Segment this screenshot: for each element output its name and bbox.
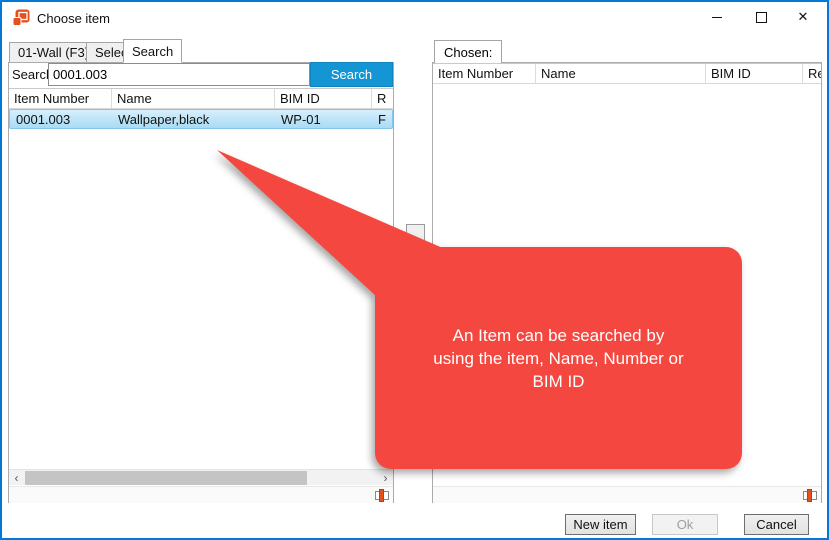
cell-r: F: [372, 110, 392, 128]
ok-button[interactable]: Ok: [652, 514, 718, 535]
right-panel-footer-strip: [433, 486, 821, 503]
column-header-res[interactable]: Res: [803, 64, 821, 83]
move-item-button[interactable]: [406, 224, 425, 243]
scrollbar-thumb[interactable]: [25, 471, 307, 485]
column-header-name[interactable]: Name: [112, 89, 275, 108]
minimize-icon: [712, 17, 722, 18]
results-table-header: Item Number Name BIM ID R: [9, 88, 393, 109]
column-header-r[interactable]: R: [372, 89, 393, 108]
window-title: Choose item: [37, 11, 110, 26]
column-header-bim-id[interactable]: BIM ID: [275, 89, 372, 108]
new-item-button[interactable]: New item: [565, 514, 636, 535]
chosen-panel: [432, 62, 822, 503]
column-header-item-number[interactable]: Item Number: [433, 64, 536, 83]
search-button[interactable]: Search: [310, 62, 393, 87]
tab-search[interactable]: Search: [123, 39, 182, 63]
left-panel-footer-strip: [9, 486, 393, 503]
title-bar[interactable]: Choose item ✕: [2, 2, 827, 36]
close-icon: ✕: [798, 9, 809, 25]
tab-chosen[interactable]: Chosen:: [434, 40, 502, 63]
choose-item-dialog: Choose item ✕ 01-Wall (F3) Select Search…: [0, 0, 829, 540]
cell-bim-id: WP-01: [275, 110, 372, 128]
app-icon: [12, 9, 30, 27]
scroll-left-icon[interactable]: ‹: [9, 470, 24, 486]
tab-01-wall-f3[interactable]: 01-Wall (F3): [9, 42, 98, 63]
cancel-button[interactable]: Cancel: [744, 514, 809, 535]
minimize-button[interactable]: [695, 2, 739, 32]
column-header-item-number[interactable]: Item Number: [9, 89, 112, 108]
search-input[interactable]: [48, 63, 310, 86]
cell-name: Wallpaper,black: [112, 110, 275, 128]
column-header-name[interactable]: Name: [536, 64, 706, 83]
cell-item-number: 0001.003: [10, 110, 112, 128]
close-button[interactable]: ✕: [781, 2, 825, 32]
maximize-icon: [756, 12, 767, 23]
table-row[interactable]: 0001.003 Wallpaper,black WP-01 F: [9, 109, 393, 129]
scroll-right-icon[interactable]: ›: [378, 470, 393, 486]
column-header-bim-id[interactable]: BIM ID: [706, 64, 803, 83]
horizontal-scrollbar[interactable]: ‹ ›: [9, 469, 393, 485]
maximize-button[interactable]: [739, 2, 783, 32]
item-library-icon[interactable]: [374, 488, 390, 503]
chosen-table-header: Item Number Name BIM ID Res: [433, 63, 821, 84]
item-library-icon[interactable]: [802, 488, 818, 503]
